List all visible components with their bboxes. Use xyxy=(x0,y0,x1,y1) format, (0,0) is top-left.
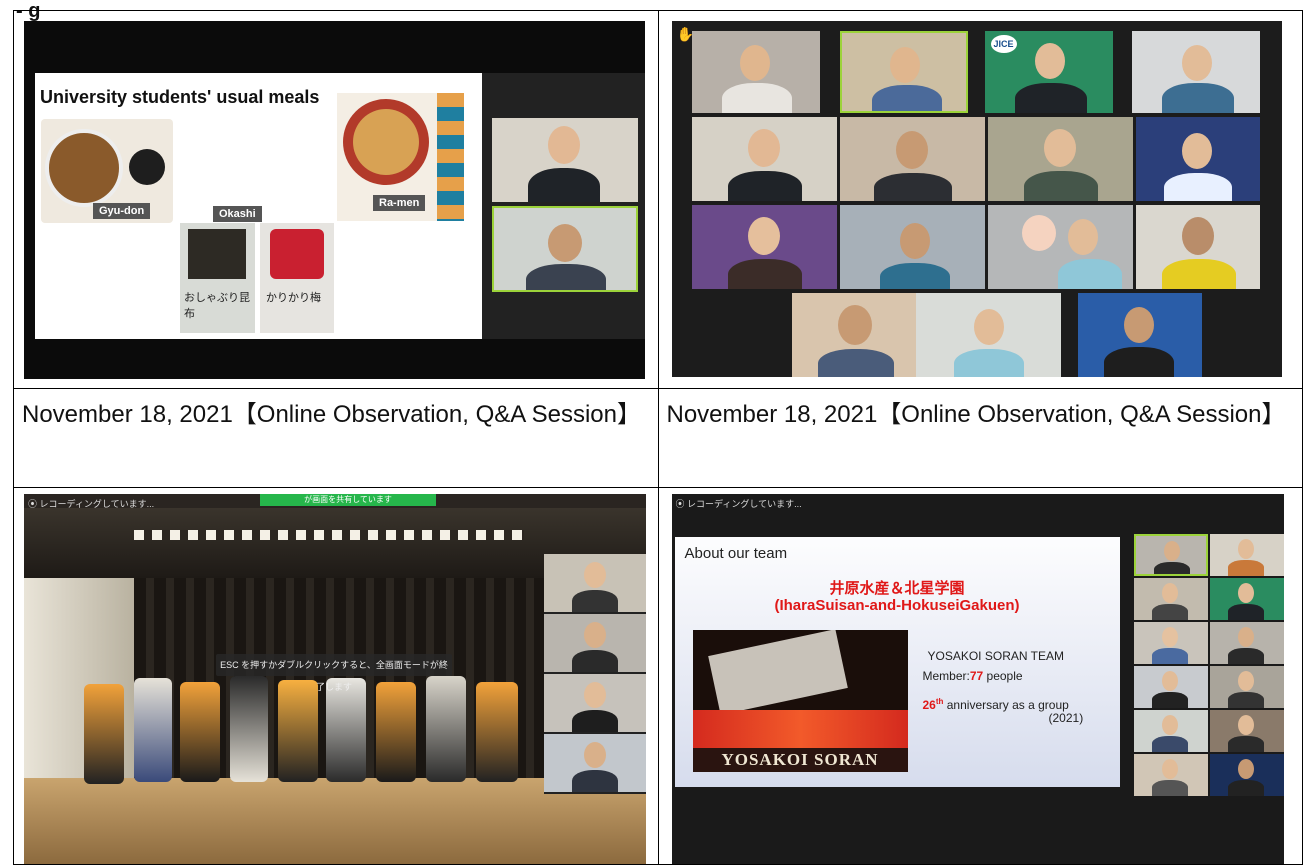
video-tile xyxy=(1133,578,1208,620)
video-tile xyxy=(492,118,638,202)
anniversary-year: (2021) xyxy=(1048,711,1084,725)
anniversary-line: 26th anniversary as a group xyxy=(923,697,1069,712)
participant-tile xyxy=(839,205,985,289)
participant-tile xyxy=(691,205,837,289)
video-tile xyxy=(1209,754,1284,796)
video-gallery-strip xyxy=(1133,534,1284,844)
team-performance-photo: YOSAKOI SORAN xyxy=(692,630,908,772)
slide-heading: About our team xyxy=(684,545,788,562)
recording-text: レコーディングしています... xyxy=(687,499,802,509)
cell-meals-screenshot: University students' usual meals Gyu-don… xyxy=(13,10,659,389)
record-icon: ⦿ xyxy=(675,499,688,509)
cell-team-slide-screenshot: ⦿ レコーディングしています... About our team 井原水産＆北星… xyxy=(657,487,1303,865)
ume-label: かりかり梅 xyxy=(266,292,321,304)
anniversary-text: anniversary as a group xyxy=(943,698,1069,712)
screen-share-banner: が画面を共有しています xyxy=(260,494,436,506)
okashi-label: Okashi xyxy=(213,206,262,222)
participant-tile xyxy=(791,293,920,377)
participant-tile xyxy=(915,293,1061,377)
anniversary-number: 26 xyxy=(922,698,936,712)
member-label: Member: xyxy=(922,669,970,683)
participant-tile xyxy=(1135,117,1260,201)
yosakoi-banner: YOSAKOI SORAN xyxy=(692,748,908,772)
video-tile xyxy=(1209,578,1284,620)
member-count: 77 xyxy=(969,669,984,683)
member-count-line: Member:77 people xyxy=(923,669,1023,683)
participant-tile xyxy=(987,205,1133,289)
participant-tile xyxy=(691,31,820,113)
fullscreen-exit-toast: ESC を押すかダブルクリックすると、全画面モードが終了します xyxy=(216,654,452,692)
participant-tile xyxy=(1077,293,1202,377)
konbu-label: おしゃぶり昆布 xyxy=(184,292,250,320)
konbu-snack: おしゃぶり昆布 xyxy=(180,223,255,333)
video-tile xyxy=(1209,622,1284,664)
participant-tile xyxy=(839,117,985,201)
video-strip xyxy=(544,554,646,794)
video-tile xyxy=(1209,666,1284,708)
slide-title: University students' usual meals xyxy=(40,87,320,107)
zoom-dance-screen: ⦿ レコーディングしています... が画面を共有しています ESC を押すかダブ… xyxy=(24,494,646,864)
zoom-gallery-view: ✋ JICE xyxy=(671,21,1282,377)
caption-cell-right: November 18, 2021【Online Observation, Q&… xyxy=(657,388,1303,488)
participant-tile xyxy=(1131,31,1260,113)
video-tile xyxy=(544,734,646,792)
team-name-en: (IharaSuisan-and-HokuseiGakuen) xyxy=(774,597,1020,614)
caption-left: November 18, 2021【Online Observation, Q&… xyxy=(22,401,641,428)
participant-tile xyxy=(987,117,1133,201)
video-tile xyxy=(1209,534,1284,576)
cell-gallery-screenshot: ✋ JICE xyxy=(657,10,1303,389)
member-unit: people xyxy=(983,669,1023,683)
jice-logo: JICE xyxy=(990,35,1017,53)
participant-tile xyxy=(839,31,968,113)
caption-cell-left: November 18, 2021【Online Observation, Q&… xyxy=(13,388,659,488)
gyudon-label: Gyu-don xyxy=(93,203,151,219)
participant-tile xyxy=(1135,205,1260,289)
video-tile xyxy=(1133,666,1208,708)
gyudon-photo: Gyu-don xyxy=(41,119,173,223)
team-type: YOSAKOI SORAN TEAM xyxy=(927,649,1064,663)
caption-right: November 18, 2021【Online Observation, Q&… xyxy=(666,401,1286,428)
photo-table: University students' usual meals Gyu-don… xyxy=(13,10,1303,865)
zoom-meals-screen: University students' usual meals Gyu-don… xyxy=(24,21,645,379)
video-tile xyxy=(1133,754,1208,796)
video-tile-active xyxy=(1133,534,1208,576)
recording-indicator: ⦿ レコーディングしています... xyxy=(676,497,802,510)
video-tile xyxy=(544,554,646,612)
video-tile-active xyxy=(492,206,638,292)
video-tile xyxy=(544,674,646,732)
ume-snack: かりかり梅 xyxy=(260,223,334,333)
team-slide: About our team 井原水産＆北星学園 (IharaSuisan-an… xyxy=(674,537,1120,787)
meals-slide: University students' usual meals Gyu-don… xyxy=(35,73,482,339)
participant-tile xyxy=(691,117,837,201)
dancers-group xyxy=(84,674,544,794)
team-name-jp: 井原水産＆北星学園 xyxy=(829,580,965,597)
cell-dance-screenshot: ⦿ レコーディングしています... が画面を共有しています ESC を押すかダブ… xyxy=(13,487,659,865)
ramen-photo: Ra-men xyxy=(337,93,464,221)
ramen-label: Ra-men xyxy=(373,195,426,211)
video-tile xyxy=(1133,622,1208,664)
video-strip xyxy=(482,73,645,339)
video-tile xyxy=(544,614,646,672)
video-tile xyxy=(1133,710,1208,752)
participant-tile: JICE xyxy=(984,31,1113,113)
zoom-team-screen: ⦿ レコーディングしています... About our team 井原水産＆北星… xyxy=(671,494,1284,864)
video-tile xyxy=(1209,710,1284,752)
